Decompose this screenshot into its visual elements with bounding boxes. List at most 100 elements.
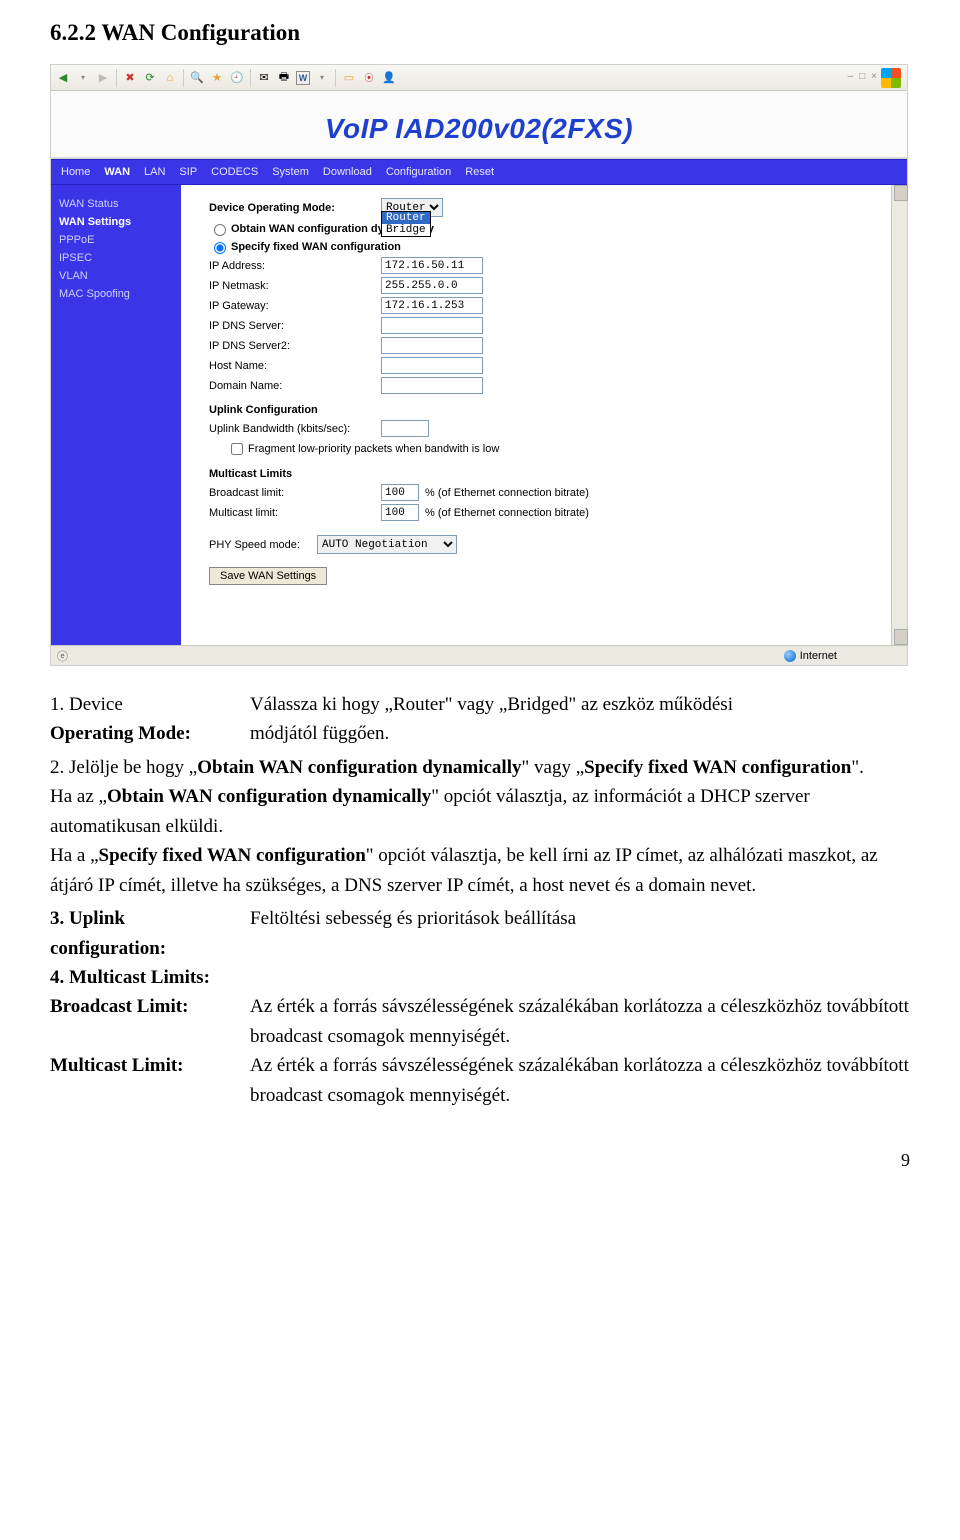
label-bandwidth: Uplink Bandwidth (kbits/sec): <box>209 423 381 435</box>
mail-icon[interactable]: ✉ <box>256 70 272 86</box>
label-dns2: IP DNS Server2: <box>209 340 381 352</box>
text-r5-c1: 4. Multicast Limits: <box>50 963 910 992</box>
dropdown-open-options[interactable]: Router Bridge <box>381 211 431 237</box>
dropdown-icon[interactable]: ▾ <box>75 70 91 86</box>
label-gateway: IP Gateway: <box>209 300 381 312</box>
checkbox-fragment[interactable] <box>231 443 243 455</box>
word-icon[interactable]: W <box>296 71 310 85</box>
radio-obtain-dynamic[interactable] <box>214 224 226 236</box>
main-tabs: Home WAN LAN SIP CODECS System Download … <box>51 159 907 185</box>
label-hostname: Host Name: <box>209 360 381 372</box>
ie-icon: ⓔ <box>57 648 68 664</box>
sidebar-item-ipsec[interactable]: IPSEC <box>59 249 173 267</box>
label-domain: Domain Name: <box>209 380 381 392</box>
tab-download[interactable]: Download <box>323 166 372 178</box>
sidebar-item-vlan[interactable]: VLAN <box>59 267 173 285</box>
label-ip: IP Address: <box>209 260 381 272</box>
select-phy[interactable]: AUTO Negotiation <box>317 535 457 554</box>
dropdown2-icon[interactable]: ▾ <box>314 70 330 86</box>
input-bandwidth[interactable] <box>381 420 429 437</box>
tab-codecs[interactable]: CODECS <box>211 166 258 178</box>
home-icon[interactable]: ⌂ <box>162 70 178 86</box>
sidebar: WAN Status WAN Settings PPPoE IPSEC VLAN… <box>51 185 181 645</box>
scrollbar[interactable] <box>891 185 907 645</box>
cc-icon[interactable]: ⦿ <box>361 70 377 86</box>
back-icon[interactable]: ◀ <box>55 70 71 86</box>
page-header: VoIP IAD200v02(2FXS) <box>51 91 907 159</box>
text-r1-c1: 1. Device <box>50 690 250 719</box>
text-r1-c2: Válassza ki hogy „Router" vagy „Bridged"… <box>250 690 733 719</box>
text-r3-c1: 3. Uplink <box>50 904 250 933</box>
text-r7-c1: Multicast Limit: <box>50 1051 250 1110</box>
status-bar: ⓔ Internet <box>51 645 907 665</box>
page-number: 9 <box>50 1150 910 1171</box>
input-dns2[interactable] <box>381 337 483 354</box>
input-domain[interactable] <box>381 377 483 394</box>
text-p2b: Ha az „Obtain WAN configuration dynamica… <box>50 782 910 841</box>
text-p2c: Ha a „Specify fixed WAN configuration" o… <box>50 841 910 900</box>
label-broadcast-limit: Broadcast limit: <box>209 487 381 499</box>
text-r7-c2: Az érték a forrás sávszélességének száza… <box>250 1051 910 1110</box>
embedded-screenshot: ◀ ▾ ▶ ✖ ⟳ ⌂ 🔍 ★ 🕘 ✉ 🖶 W ▾ ▭ ⦿ 👤 –□× VoIP… <box>50 64 908 666</box>
text-r2-c1: Operating Mode: <box>50 719 250 748</box>
tab-system[interactable]: System <box>272 166 309 178</box>
text-r4-c1: configuration: <box>50 934 910 963</box>
sidebar-item-mac-spoofing[interactable]: MAC Spoofing <box>59 285 173 303</box>
label-netmask: IP Netmask: <box>209 280 381 292</box>
input-gateway[interactable] <box>381 297 483 314</box>
tab-wan[interactable]: WAN <box>104 166 130 178</box>
tab-home[interactable]: Home <box>61 166 90 178</box>
sidebar-item-pppoe[interactable]: PPPoE <box>59 231 173 249</box>
refresh-icon[interactable]: ⟳ <box>142 70 158 86</box>
input-ip[interactable] <box>381 257 483 274</box>
label-phy: PHY Speed mode: <box>209 539 317 551</box>
label-fragment: Fragment low-priority packets when bandw… <box>248 443 499 455</box>
tab-configuration[interactable]: Configuration <box>386 166 451 178</box>
window-controls[interactable]: –□× <box>848 71 877 82</box>
content-form: Device Operating Mode: Router Router Bri… <box>181 185 907 645</box>
input-netmask[interactable] <box>381 277 483 294</box>
sidebar-item-wan-settings[interactable]: WAN Settings <box>59 213 173 231</box>
suffix-multicast: % (of Ethernet connection bitrate) <box>425 507 589 519</box>
product-name: VoIP IAD200v02(2FXS) <box>325 113 633 144</box>
zone-indicator: Internet <box>784 650 837 662</box>
forward-icon[interactable]: ▶ <box>95 70 111 86</box>
section-title: 6.2.2 WAN Configuration <box>50 20 910 46</box>
stop-icon[interactable]: ✖ <box>122 70 138 86</box>
tab-reset[interactable]: Reset <box>465 166 494 178</box>
print-icon[interactable]: 🖶 <box>276 70 292 86</box>
label-multicast-limit: Multicast limit: <box>209 507 381 519</box>
save-button[interactable]: Save WAN Settings <box>209 567 327 585</box>
input-multicast-limit[interactable] <box>381 504 419 521</box>
section-multicast: Multicast Limits <box>209 468 889 480</box>
favorites-icon[interactable]: ★ <box>209 70 225 86</box>
option-router[interactable]: Router <box>382 212 430 224</box>
input-hostname[interactable] <box>381 357 483 374</box>
label-specify-fixed: Specify fixed WAN configuration <box>231 241 401 253</box>
tab-lan[interactable]: LAN <box>144 166 165 178</box>
sidebar-item-wan-status[interactable]: WAN Status <box>59 195 173 213</box>
label-device-mode: Device Operating Mode: <box>209 202 381 214</box>
label-dns1: IP DNS Server: <box>209 320 381 332</box>
tab-sip[interactable]: SIP <box>179 166 197 178</box>
text-r3-c2: Feltöltési sebesség és prioritások beáll… <box>250 904 576 933</box>
search-icon[interactable]: 🔍 <box>189 70 205 86</box>
text-r2-c2: módjától függően. <box>250 719 389 748</box>
input-dns1[interactable] <box>381 317 483 334</box>
text-r6-c2: Az érték a forrás sávszélességének száza… <box>250 992 910 1051</box>
history-icon[interactable]: 🕘 <box>229 70 245 86</box>
radio-specify-fixed[interactable] <box>214 242 226 254</box>
main-area: WAN Status WAN Settings PPPoE IPSEC VLAN… <box>51 185 907 645</box>
text-r6-c1: Broadcast Limit: <box>50 992 250 1051</box>
browser-toolbar: ◀ ▾ ▶ ✖ ⟳ ⌂ 🔍 ★ 🕘 ✉ 🖶 W ▾ ▭ ⦿ 👤 –□× <box>51 65 907 91</box>
folder-icon[interactable]: ▭ <box>341 70 357 86</box>
section-uplink: Uplink Configuration <box>209 404 889 416</box>
globe-icon <box>784 650 796 662</box>
zone-label: Internet <box>800 650 837 662</box>
msn-icon[interactable]: 👤 <box>381 70 397 86</box>
suffix-broadcast: % (of Ethernet connection bitrate) <box>425 487 589 499</box>
option-bridge[interactable]: Bridge <box>382 224 430 236</box>
input-broadcast-limit[interactable] <box>381 484 419 501</box>
windows-logo-icon <box>881 68 901 88</box>
body-text: 1. Device Válassza ki hogy „Router" vagy… <box>50 690 910 1110</box>
